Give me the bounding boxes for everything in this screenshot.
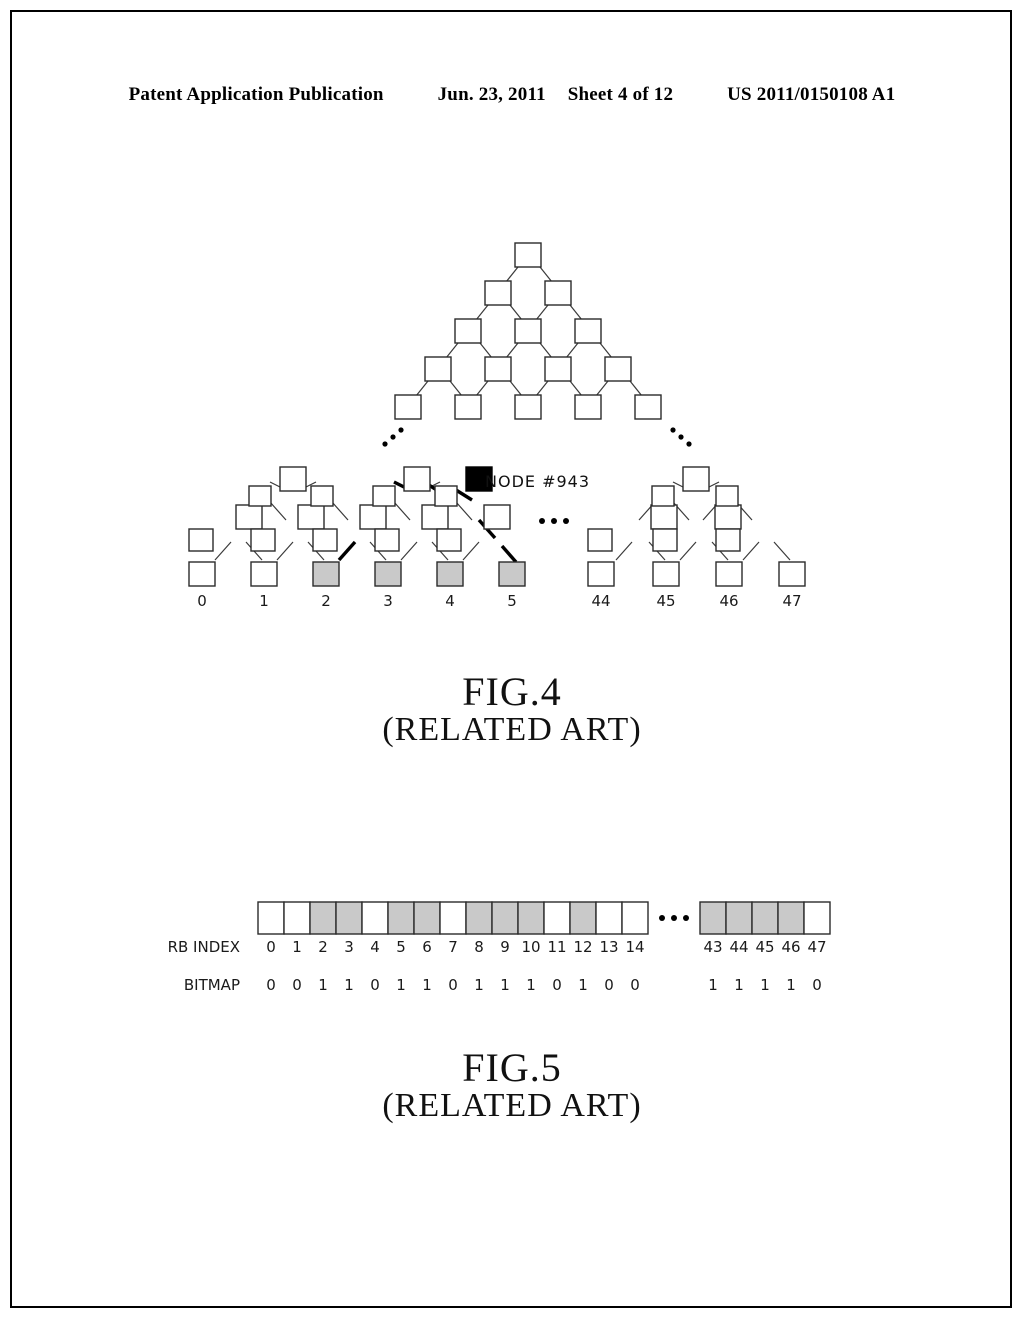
header-sheet: Sheet 4 of 12 <box>567 84 674 105</box>
figure-4-caption: FIG.4 (RELATED ART) <box>0 669 1024 748</box>
figure-5-subtitle: (RELATED ART) <box>382 1086 642 1124</box>
figure-4-title: FIG.4 <box>462 669 562 714</box>
publication-header: Patent Application Publication Jun. 23, … <box>0 84 1024 106</box>
figure-5-caption: FIG.5 (RELATED ART) <box>0 1045 1024 1124</box>
figure-5-title: FIG.5 <box>462 1045 562 1090</box>
header-publication-label: Patent Application Publication <box>128 84 384 105</box>
header-publication-number: US 2011/0150108 A1 <box>727 84 896 105</box>
header-date: Jun. 23, 2011 <box>437 84 546 105</box>
figure-4-subtitle: (RELATED ART) <box>382 710 642 748</box>
